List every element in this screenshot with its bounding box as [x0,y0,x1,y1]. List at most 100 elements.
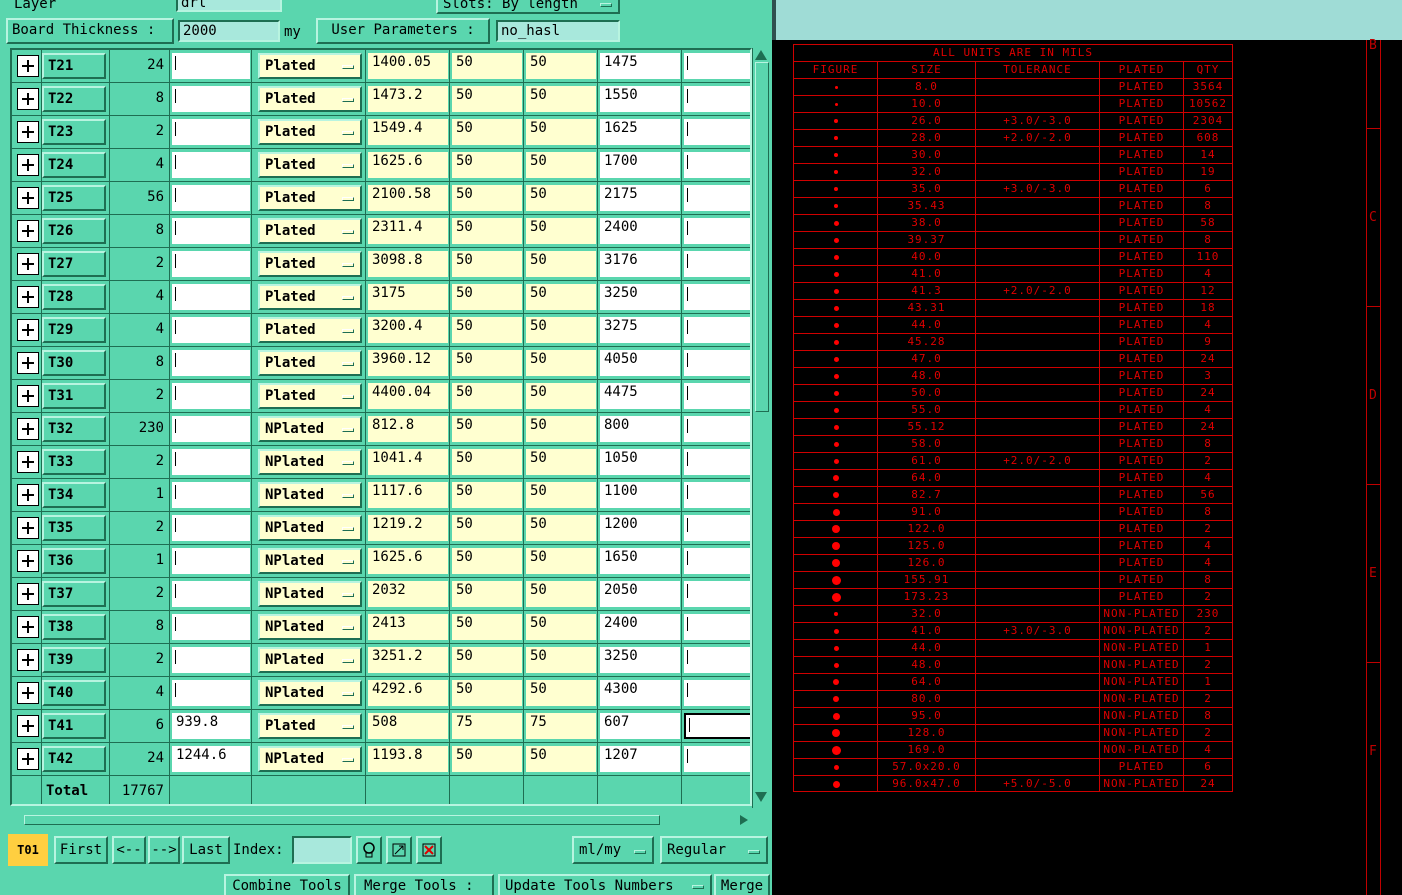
expand-icon[interactable] [17,715,39,737]
tool-button[interactable]: T30 [42,350,106,376]
tol-minus-input[interactable]: 50 [526,317,596,343]
drill-size-input[interactable]: 3098.8 [368,251,448,277]
extra-input[interactable] [684,482,750,508]
bit-size-input[interactable]: 2400 [600,218,680,244]
next-button[interactable]: --> [148,836,180,864]
combine-tools-button[interactable]: Combine Tools [224,874,350,895]
expand-icon[interactable] [17,220,39,242]
tool-button[interactable]: T42 [42,746,106,772]
bit-size-input[interactable]: 1207 [600,746,680,772]
extra-input[interactable] [684,383,750,409]
finished-size-input[interactable] [172,449,250,475]
bit-size-input[interactable]: 1650 [600,548,680,574]
vertical-scrollbar[interactable] [752,48,770,808]
tol-plus-input[interactable]: 50 [452,317,522,343]
expand-icon[interactable] [17,550,39,572]
bit-size-input[interactable]: 3275 [600,317,680,343]
plating-dropdown[interactable]: Plated [258,350,362,376]
tool-button[interactable]: T32 [42,416,106,442]
plating-dropdown[interactable]: Plated [258,152,362,178]
scroll-up-icon[interactable] [755,50,767,60]
extra-input[interactable] [684,284,750,310]
tol-plus-input[interactable]: 50 [452,581,522,607]
tol-minus-input[interactable]: 50 [526,515,596,541]
plating-dropdown[interactable]: NPlated [258,680,362,706]
finished-size-input[interactable] [172,86,250,112]
tol-plus-input[interactable]: 50 [452,86,522,112]
expand-icon[interactable] [17,352,39,374]
plating-dropdown[interactable]: Plated [258,251,362,277]
tol-plus-input[interactable]: 50 [452,449,522,475]
tool-button[interactable]: T26 [42,218,106,244]
drill-size-input[interactable]: 3175 [368,284,448,310]
finished-size-input[interactable]: 1244.6 [172,746,250,772]
tool-button[interactable]: T38 [42,614,106,640]
tol-plus-input[interactable]: 50 [452,251,522,277]
expand-icon[interactable] [17,286,39,308]
tool-button[interactable]: T21 [42,53,106,79]
drill-size-input[interactable]: 1193.8 [368,746,448,772]
bit-size-input[interactable]: 1050 [600,449,680,475]
extra-input[interactable] [684,515,750,541]
tool-button[interactable]: T25 [42,185,106,211]
plating-dropdown[interactable]: Plated [258,119,362,145]
first-button[interactable]: First [54,836,108,864]
tol-plus-input[interactable]: 50 [452,119,522,145]
tool-button[interactable]: T27 [42,251,106,277]
tool-button[interactable]: T37 [42,581,106,607]
bit-size-input[interactable]: 3250 [600,647,680,673]
tol-minus-input[interactable]: 50 [526,680,596,706]
tool-button[interactable]: T33 [42,449,106,475]
drill-size-input[interactable]: 2100.58 [368,185,448,211]
tool-button[interactable]: T36 [42,548,106,574]
bit-size-input[interactable]: 1475 [600,53,680,79]
merge-button[interactable]: Merge [714,874,770,895]
finished-size-input[interactable] [172,680,250,706]
tool-button[interactable]: T24 [42,152,106,178]
units-dropdown[interactable]: ml/my [572,836,654,864]
tol-minus-input[interactable]: 50 [526,284,596,310]
tol-minus-input[interactable]: 50 [526,152,596,178]
extra-input[interactable] [684,680,750,706]
scroll-down-icon[interactable] [755,792,767,802]
tool-button[interactable]: T28 [42,284,106,310]
extra-input[interactable] [684,119,750,145]
tol-plus-input[interactable]: 50 [452,284,522,310]
last-button[interactable]: Last [182,836,230,864]
expand-icon[interactable] [17,649,39,671]
tol-minus-input[interactable]: 50 [526,86,596,112]
tol-minus-input[interactable]: 50 [526,53,596,79]
bit-size-input[interactable]: 4475 [600,383,680,409]
board-thickness-input[interactable]: 2000 [178,20,280,42]
tol-minus-input[interactable]: 50 [526,416,596,442]
tol-minus-input[interactable]: 75 [526,713,596,739]
expand-icon[interactable] [17,319,39,341]
tol-plus-input[interactable]: 50 [452,383,522,409]
bit-size-input[interactable]: 3250 [600,284,680,310]
plating-dropdown[interactable]: Plated [258,185,362,211]
extra-input[interactable] [684,713,750,739]
tol-plus-input[interactable]: 50 [452,350,522,376]
plating-dropdown[interactable]: Plated [258,218,362,244]
user-parameters-input[interactable]: no_hasl [496,20,620,42]
scroll-thumb[interactable] [755,62,769,412]
bit-size-input[interactable]: 1700 [600,152,680,178]
user-parameters-button[interactable]: User Parameters : [316,18,490,44]
plating-dropdown[interactable]: NPlated [258,746,362,772]
plating-dropdown[interactable]: NPlated [258,614,362,640]
extra-input[interactable] [684,647,750,673]
plating-dropdown[interactable]: Plated [258,713,362,739]
expand-icon[interactable] [17,517,39,539]
expand-icon[interactable] [17,682,39,704]
drill-size-input[interactable]: 1219.2 [368,515,448,541]
plating-dropdown[interactable]: Plated [258,284,362,310]
extra-input[interactable] [684,53,750,79]
tool-button[interactable]: T29 [42,317,106,343]
finished-size-input[interactable] [172,185,250,211]
bit-size-input[interactable]: 3176 [600,251,680,277]
finished-size-input[interactable] [172,581,250,607]
drill-size-input[interactable]: 1041.4 [368,449,448,475]
plating-dropdown[interactable]: NPlated [258,482,362,508]
plating-dropdown[interactable]: Plated [258,53,362,79]
drill-size-input[interactable]: 1473.2 [368,86,448,112]
